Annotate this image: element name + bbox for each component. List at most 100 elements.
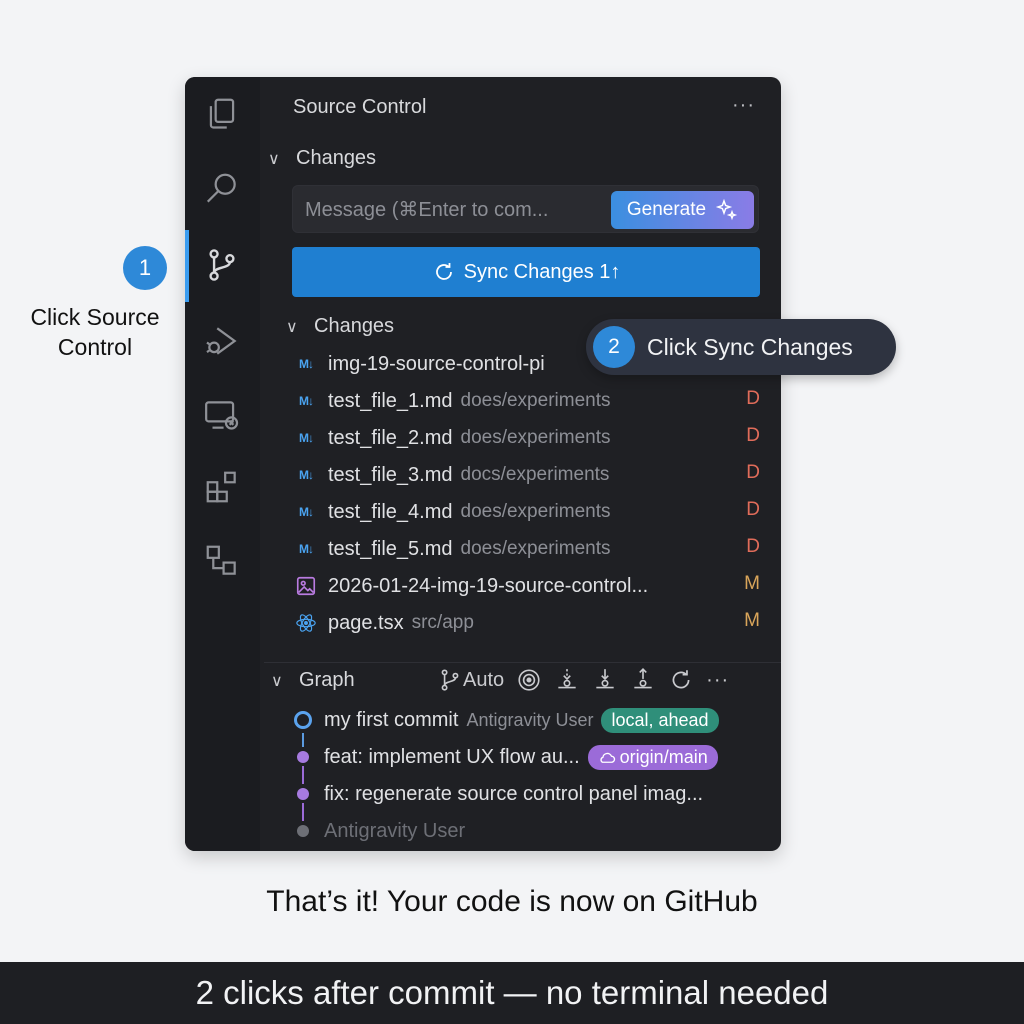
markdown-icon: M↓ (299, 357, 314, 371)
step-1-label: Click Source Control (30, 304, 160, 360)
file-status-modified: M (744, 610, 760, 631)
file-path: does/experiments (460, 501, 611, 522)
markdown-icon: M↓ (299, 542, 314, 556)
changes-subsection-label: Changes (314, 315, 395, 337)
file-name: page.tsx (328, 611, 404, 634)
commit-message-box: Generate (292, 185, 759, 233)
run-debug-icon[interactable] (201, 320, 243, 362)
footer-text: 2 clicks after commit — no terminal need… (195, 974, 829, 1011)
vscode-panel: Source Control ··· ∨ Changes Generate Sy… (185, 77, 781, 851)
file-name: img-19-source-control-pi (328, 352, 545, 375)
commit-message: Antigravity User (324, 819, 466, 842)
footer-banner: 2 clicks after commit — no terminal need… (0, 962, 1024, 1024)
more-actions-button[interactable]: ··· (732, 94, 755, 117)
refresh-button[interactable] (668, 667, 694, 693)
fetch-icon (558, 669, 576, 689)
auto-branch-button[interactable]: Auto (437, 667, 504, 693)
step-1-marker: 1 (123, 246, 167, 290)
chevron-down-icon: ∨ (268, 150, 280, 168)
commit-node (297, 751, 309, 763)
cloud-icon (600, 752, 615, 763)
commit-author: Antigravity User (466, 709, 594, 730)
target-icon (518, 669, 540, 691)
file-row[interactable]: M↓ test_file_3.md docs/experiments D (294, 460, 764, 490)
file-status-deleted: D (746, 388, 760, 409)
react-icon (294, 612, 318, 634)
commit-message: fix: regenerate source control panel ima… (324, 782, 704, 805)
pull-icon (596, 669, 614, 689)
active-indicator (185, 230, 189, 302)
sync-changes-label: Sync Changes 1↑ (463, 260, 621, 283)
commit-row[interactable]: feat: implement UX flow au... origin/mai… (294, 742, 718, 772)
push-icon (634, 668, 652, 689)
commit-row[interactable]: Antigravity User (294, 816, 465, 846)
search-icon[interactable] (201, 168, 243, 210)
file-name: test_file_5.md (328, 537, 453, 560)
graph-more-button[interactable]: ··· (706, 669, 729, 692)
file-name: test_file_2.md (328, 426, 453, 449)
changes-section-header[interactable]: ∨ Changes (268, 147, 376, 170)
file-status-deleted: D (746, 536, 760, 557)
commit-node (297, 788, 309, 800)
branch-icon (441, 669, 459, 691)
extensions-icon[interactable] (201, 466, 243, 508)
pull-button[interactable] (592, 667, 618, 693)
file-name: test_file_1.md (328, 389, 453, 412)
file-status-deleted: D (746, 499, 760, 520)
file-row[interactable]: M↓ test_file_4.md does/experiments D (294, 497, 764, 527)
file-name: test_file_4.md (328, 500, 453, 523)
file-status-modified: M (744, 573, 760, 594)
remote-explorer-icon[interactable] (201, 394, 243, 436)
origin-main-label: origin/main (619, 746, 708, 767)
commit-message: my first commit (324, 708, 459, 731)
sync-icon (435, 263, 452, 280)
divider (264, 662, 781, 663)
refresh-icon (672, 670, 690, 689)
changes-subsection-header[interactable]: ∨ Changes (286, 315, 394, 338)
sparkle-icon (715, 198, 738, 221)
markdown-icon: M↓ (299, 431, 314, 445)
commit-row[interactable]: my first commit Antigravity User local, … (294, 705, 719, 735)
panel-title: Source Control (293, 96, 427, 118)
generate-button[interactable]: Generate (611, 191, 754, 229)
commit-message-input[interactable] (305, 196, 595, 224)
file-name: 2026-01-24-img-19-source-control... (328, 574, 649, 597)
graph-toolbar: Auto ··· (437, 667, 729, 693)
markdown-icon: M↓ (299, 468, 314, 482)
local-ahead-badge: local, ahead (601, 707, 719, 733)
markdown-icon: M↓ (299, 505, 314, 519)
file-status-deleted: D (746, 425, 760, 446)
file-row[interactable]: M↓ test_file_1.md does/experiments D (294, 386, 764, 416)
file-row[interactable]: M↓ test_file_5.md does/experiments D (294, 534, 764, 564)
file-path: src/app (411, 612, 474, 633)
push-button[interactable] (630, 667, 656, 693)
file-row[interactable]: page.tsx src/app M (294, 608, 764, 638)
file-path: does/experiments (460, 390, 611, 411)
caption: That’s it! Your code is now on GitHub (266, 885, 758, 918)
file-row[interactable]: 2026-01-24-img-19-source-control... M (294, 571, 764, 601)
source-control-sidebar: Source Control ··· ∨ Changes Generate Sy… (260, 77, 781, 851)
chevron-down-icon: ∨ (271, 672, 283, 690)
step-2-callout: 2 Click Sync Changes (586, 319, 896, 375)
file-path: does/experiments (460, 538, 611, 559)
commit-node (297, 825, 309, 837)
workspaces-icon[interactable] (201, 540, 243, 582)
source-control-icon[interactable] (201, 244, 243, 286)
target-button[interactable] (516, 667, 542, 693)
explorer-icon[interactable] (201, 93, 243, 135)
file-path: docs/experiments (460, 464, 610, 485)
commit-message: feat: implement UX flow au... (324, 745, 580, 768)
commit-row[interactable]: fix: regenerate source control panel ima… (294, 779, 703, 809)
chevron-down-icon: ∨ (286, 318, 298, 336)
commit-node-head (294, 711, 312, 729)
step-2-label: Click Sync Changes (647, 333, 853, 360)
graph-section-header[interactable]: ∨ Graph (271, 669, 355, 692)
file-row[interactable]: M↓ test_file_2.md does/experiments D (294, 423, 764, 453)
fetch-button[interactable] (554, 667, 580, 693)
changes-section-label: Changes (296, 147, 377, 169)
sync-changes-button[interactable]: Sync Changes 1↑ (292, 247, 760, 297)
file-path: does/experiments (460, 427, 611, 448)
step-2-marker: 2 (593, 326, 635, 368)
markdown-icon: M↓ (299, 394, 314, 408)
file-name: test_file_3.md (328, 463, 453, 486)
